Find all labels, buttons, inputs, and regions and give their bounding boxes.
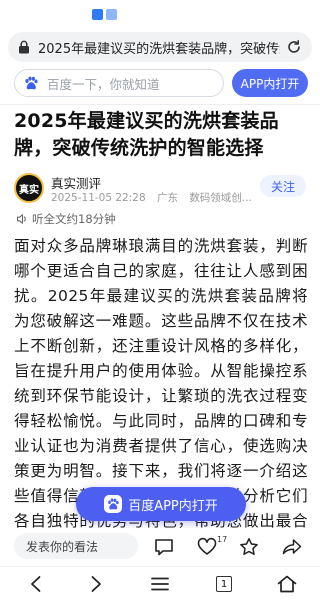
divider	[0, 104, 320, 105]
share-icon[interactable]	[281, 536, 303, 558]
notification-icon-secondary	[106, 9, 117, 20]
url-bar[interactable]: 2025年最建议买的洗烘套装品牌，突破传统洗护的智能选择	[8, 32, 312, 62]
publish-date: 2025-11-05 22:28	[51, 192, 146, 204]
back-icon[interactable]	[24, 573, 48, 595]
open-in-baidu-app-button[interactable]: 百度APP内打开	[76, 487, 246, 521]
search-input[interactable]: 百度一下，你就知道	[14, 69, 224, 97]
open-in-app-button[interactable]: APP内打开	[232, 69, 308, 97]
comment-input[interactable]: 发表你的看法	[14, 533, 138, 559]
author-row: 真实 真实测评 2025-11-05 22:28 广东 数码领域创... 关注	[14, 171, 310, 205]
star-icon[interactable]	[238, 536, 260, 558]
search-placeholder: 百度一下，你就知道	[47, 76, 160, 92]
author-meta: 2025-11-05 22:28 广东 数码领域创...	[51, 190, 260, 205]
like-icon[interactable]	[196, 536, 218, 558]
notification-icon	[92, 9, 103, 20]
like-count: 17	[217, 535, 228, 544]
lock-icon	[19, 40, 29, 54]
author-category: 数码领域创...	[189, 192, 252, 204]
listen-label: 听全文约18分钟	[32, 212, 116, 226]
page-title[interactable]: 2025年最建议买的洗烘套装品牌，突破传统洗护的智能选择	[38, 38, 280, 57]
listen-row[interactable]: 听全文约18分钟	[16, 211, 116, 227]
search-row: 百度一下，你就知道 APP内打开	[14, 69, 308, 97]
reload-icon[interactable]	[286, 39, 302, 55]
home-icon[interactable]	[275, 573, 299, 595]
baidu-paw-icon	[104, 495, 123, 513]
baidu-paw-icon	[25, 76, 38, 90]
open-in-baidu-app-label: 百度APP内打开	[128, 498, 218, 514]
forward-icon[interactable]	[84, 573, 108, 595]
comment-icon[interactable]	[153, 536, 175, 558]
article-title: 2025年最建议买的洗烘套装品牌，突破传统洗护的智能选择	[14, 110, 279, 159]
status-bar	[0, 0, 320, 30]
speaker-icon	[16, 214, 26, 224]
tabs-icon[interactable]: 1	[212, 573, 236, 595]
follow-button[interactable]: 关注	[260, 175, 306, 197]
comment-bar: 发表你的看法 17	[0, 528, 320, 564]
location: 广东	[156, 192, 178, 204]
menu-icon[interactable]	[148, 573, 172, 595]
avatar[interactable]: 真实	[14, 173, 44, 203]
browser-nav-bar: 1	[0, 566, 320, 600]
tab-count: 1	[216, 576, 232, 592]
